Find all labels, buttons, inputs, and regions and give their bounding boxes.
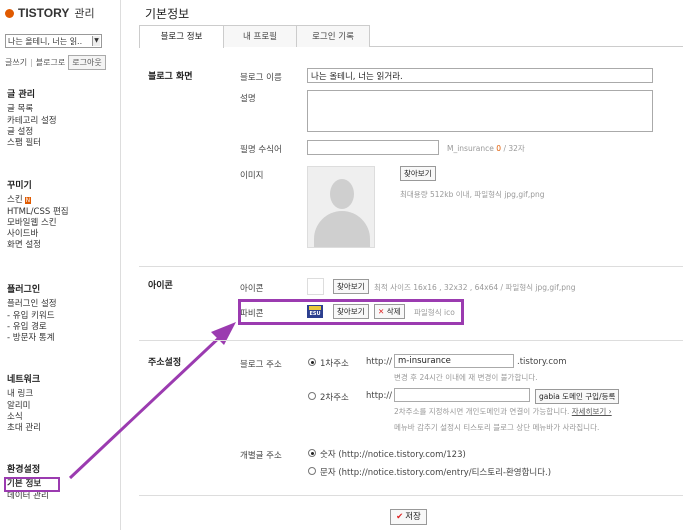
post-address-text-label: 문자 (http://notice.tistory.com/entry/티스토리… — [320, 468, 552, 478]
main-content: 기본정보 블로그 정보 내 프로필 로그인 기록 블로그 화면 블로그 이름 나… — [122, 0, 683, 530]
description-label: 설명 — [240, 94, 256, 104]
primary-address-radio[interactable] — [308, 358, 316, 366]
section-title: 아이콘 — [148, 281, 173, 291]
post-address-number-radio[interactable] — [308, 449, 316, 457]
image-hint: 최대용량 512kb 이내, 파일형식 jpg,gif,png — [400, 190, 545, 199]
image-find-button[interactable]: 찾아보기 — [400, 166, 436, 181]
secondary-address-label: 2차주소 — [320, 393, 349, 403]
save-button[interactable]: ✔ 저장 — [390, 509, 427, 525]
more-info-link[interactable]: 자세히보기 › — [572, 407, 612, 416]
highlight-box-favicon — [238, 299, 464, 325]
page-title: 기본정보 — [145, 7, 190, 21]
tab-blog-info[interactable]: 블로그 정보 — [139, 25, 224, 48]
secondary-note: 2차주소를 지정하시면 개인도메인과 연결이 가능합니다. 자세히보기 › — [394, 406, 612, 417]
tab-my-profile[interactable]: 내 프로필 — [223, 25, 297, 47]
icon-preview — [307, 278, 324, 295]
primary-address-note: 변경 후 24시간 이내에 재 변경이 불가합니다. — [394, 373, 538, 382]
post-address-text-radio[interactable] — [308, 467, 316, 475]
image-label: 이미지 — [240, 171, 264, 181]
section-title: 주소설정 — [148, 358, 182, 368]
menubar-note: 메뉴바 감추기 설정시 티스토리 블로그 상단 메뉴바가 사라집니다. — [394, 423, 600, 432]
icon-label: 아이콘 — [240, 284, 264, 294]
tab-bar: 블로그 정보 내 프로필 로그인 기록 — [139, 25, 683, 48]
section-title: 블로그 화면 — [148, 72, 193, 82]
nickname-max: / 32자 — [503, 144, 525, 153]
nickname-count: 0 — [496, 144, 502, 153]
description-textarea[interactable] — [307, 90, 653, 132]
person-silhouette-icon — [330, 179, 354, 209]
primary-address-label: 1차주소 — [320, 359, 349, 369]
gabia-domain-button[interactable]: gabia 도메인 구입/등록 — [535, 389, 620, 404]
profile-image-placeholder — [307, 166, 375, 248]
secondary-note-text: 2차주소를 지정하시면 개인도메인과 연결이 가능합니다. — [394, 407, 570, 416]
secondary-address-input[interactable] — [394, 388, 530, 402]
post-address-label: 개별글 주소 — [240, 451, 282, 461]
nickname-hint-text: M_insurance — [447, 144, 494, 153]
blog-name-input[interactable]: 나는 올테니, 너는 읽거라. — [307, 68, 653, 83]
primary-prefix: http:// — [366, 357, 393, 367]
section-blog-screen: 블로그 화면 — [139, 55, 683, 267]
icon-find-button[interactable]: 찾아보기 — [333, 279, 369, 294]
nickname-hint: M_insurance 0 / 32자 — [447, 143, 525, 154]
post-address-number-label: 숫자 (http://notice.tistory.com/123) — [320, 450, 466, 460]
save-label: 저장 — [405, 512, 421, 522]
secondary-address-radio[interactable] — [308, 392, 316, 400]
blog-address-label: 블로그 주소 — [240, 360, 282, 370]
primary-address-input[interactable]: m-insurance — [394, 354, 514, 368]
nickname-input[interactable] — [307, 140, 439, 155]
primary-suffix: .tistory.com — [517, 357, 567, 367]
check-icon: ✔ — [396, 512, 404, 522]
blog-name-label: 블로그 이름 — [240, 73, 282, 83]
secondary-prefix: http:// — [366, 391, 393, 401]
nickname-label: 필명 수식어 — [240, 145, 282, 155]
tab-login-history[interactable]: 로그인 기록 — [296, 25, 370, 47]
icon-hint: 최적 사이즈 16x16 , 32x32 , 64x64 / 파일형식 jpg,… — [374, 283, 576, 292]
person-silhouette-body — [314, 211, 370, 247]
